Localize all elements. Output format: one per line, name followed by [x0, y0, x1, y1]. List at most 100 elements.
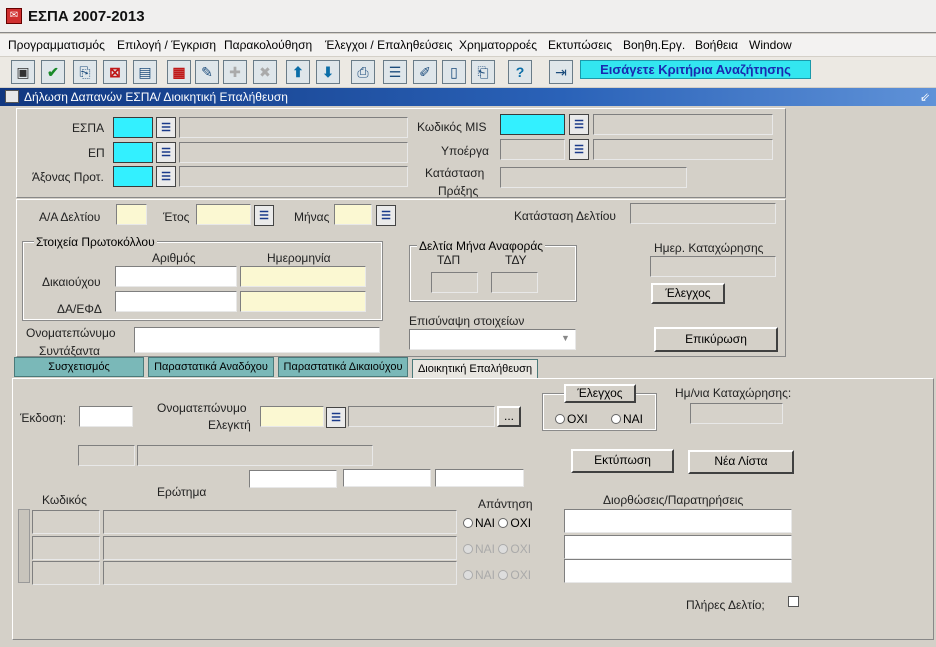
- edit-icon[interactable]: ✎: [195, 60, 219, 84]
- menu-ektyposeis[interactable]: Εκτυπώσεις: [548, 38, 612, 52]
- ep-field[interactable]: [113, 142, 153, 163]
- answer-row-3[interactable]: ΝΑΙ ΟΧΙ: [463, 567, 531, 582]
- tdp-label: ΤΔΠ: [437, 253, 461, 267]
- insert-record-icon[interactable]: ✚: [223, 60, 247, 84]
- menu-xrimatorroes[interactable]: Χρηματορροές: [459, 38, 537, 52]
- menu-voitheia[interactable]: Βοήθεια: [695, 38, 738, 52]
- imerominia-label: Ημερομηνία: [267, 251, 331, 265]
- episynapsi-label: Επισύναψη στοιχείων: [409, 314, 525, 328]
- tab-parastatika-dikaiouxou[interactable]: Παραστατικά Δικαιούχου: [278, 357, 408, 377]
- print-icon[interactable]: ⎙: [351, 60, 375, 84]
- menu-epilogi[interactable]: Επιλογή / Έγκριση: [117, 38, 216, 52]
- minas-field[interactable]: [334, 204, 372, 225]
- answer-1-nai-radio[interactable]: [463, 517, 473, 528]
- elegxos-button[interactable]: Έλεγχος: [651, 283, 725, 304]
- next-record-icon[interactable]: ⬇: [316, 60, 340, 84]
- ektyposi-button[interactable]: Εκτύπωση: [571, 449, 674, 473]
- imnia-kataxorisis-field: [690, 403, 783, 424]
- elegkti-label-2: Ελεγκτή: [208, 418, 251, 432]
- arithmos-dikaiouxou-field[interactable]: [115, 266, 237, 287]
- etos-label: Έτος: [163, 210, 190, 224]
- ypoerga-description: [593, 139, 773, 160]
- window-title-bar: Δήλωση Δαπανών ΕΣΠΑ/ Διοικητική Επαλήθευ…: [0, 88, 936, 106]
- menu-elegxoi[interactable]: Έλεγχοι / Επαληθεύσεις: [325, 38, 453, 52]
- answer-3-nai-radio[interactable]: [463, 569, 473, 580]
- paste-icon[interactable]: ▤: [133, 60, 157, 84]
- header-field-3[interactable]: [435, 469, 524, 487]
- answer-1-oxi-radio[interactable]: [498, 517, 509, 528]
- diorthoseis-label: Διορθώσεις/Παρατηρήσεις: [603, 493, 744, 507]
- espa-lov-icon[interactable]: ☰: [156, 117, 176, 138]
- answer-3-oxi-label: ΟΧΙ: [510, 567, 532, 582]
- answer-row-1[interactable]: ΝΑΙ ΟΧΙ: [463, 515, 531, 530]
- ep-lov-icon[interactable]: ☰: [156, 142, 176, 163]
- clipboard-icon[interactable]: ⎗: [471, 60, 495, 84]
- chevron-down-icon[interactable]: ▼: [561, 333, 570, 343]
- syntaxanta-field[interactable]: [134, 327, 380, 353]
- menu-programmatismos[interactable]: Προγραμματισμός: [8, 38, 105, 52]
- exit-icon[interactable]: ⇥: [549, 60, 573, 84]
- ypoerga-field[interactable]: [500, 139, 565, 160]
- elegktis-code-field[interactable]: [260, 406, 324, 427]
- aa-deltiou-field[interactable]: [116, 204, 147, 225]
- list-of-values-icon[interactable]: ☰: [383, 60, 407, 84]
- previous-record-icon[interactable]: ⬆: [286, 60, 310, 84]
- clear-form-icon[interactable]: ▦: [167, 60, 191, 84]
- elegxos-group-button[interactable]: Έλεγχος: [564, 384, 636, 403]
- axonas-lov-icon[interactable]: ☰: [156, 166, 176, 187]
- ekdosi-field[interactable]: [79, 406, 133, 427]
- mis-field[interactable]: [500, 114, 565, 135]
- header-field-2[interactable]: [343, 469, 431, 487]
- help-icon[interactable]: ?: [508, 60, 532, 84]
- elegxos-nai-option[interactable]: ΝΑΙ: [611, 411, 643, 426]
- nea-lista-button[interactable]: Νέα Λίστα: [688, 450, 794, 474]
- elegxos-oxi-option[interactable]: ΟΧΙ: [555, 411, 588, 426]
- axonas-field[interactable]: [113, 166, 153, 187]
- episynapsi-select[interactable]: [409, 329, 576, 350]
- edit-field-icon[interactable]: ✐: [413, 60, 437, 84]
- tab-dioikitiki-epalitheusi[interactable]: Διοικητική Επαλήθευση: [412, 359, 538, 379]
- menu-window[interactable]: Window: [749, 38, 792, 52]
- document-icon[interactable]: ▯: [442, 60, 466, 84]
- menu-voithi-erg[interactable]: Βοηθη.Εργ.: [623, 38, 685, 52]
- imer-kataxorisis-label: Ημερ. Καταχώρησης: [654, 241, 764, 255]
- save-icon[interactable]: ▣: [11, 60, 35, 84]
- etos-lov-icon[interactable]: ☰: [254, 205, 274, 226]
- pliris-deltio-checkbox[interactable]: [788, 596, 799, 607]
- remarks-field-1[interactable]: [564, 509, 792, 533]
- row-scrollbar[interactable]: [18, 509, 30, 583]
- espa-field[interactable]: [113, 117, 153, 138]
- header-field-1[interactable]: [249, 470, 337, 488]
- answer-2-nai-radio[interactable]: [463, 543, 473, 554]
- tab-parastatika-anadoxou[interactable]: Παραστατικά Αναδόχου: [148, 357, 274, 377]
- nai-radio[interactable]: [611, 413, 621, 424]
- menu-parakolouthisi[interactable]: Παρακολούθηση: [224, 38, 312, 52]
- ypoerga-lov-icon[interactable]: ☰: [569, 139, 589, 160]
- mis-lov-icon[interactable]: ☰: [569, 114, 589, 135]
- remove-record-icon[interactable]: ✖: [253, 60, 277, 84]
- minas-lov-icon[interactable]: ☰: [376, 205, 396, 226]
- accept-icon[interactable]: ✔: [41, 60, 65, 84]
- epikyrosi-button[interactable]: Επικύρωση: [654, 327, 778, 352]
- imerominia-daefd-field[interactable]: [240, 291, 366, 312]
- copy-record-icon[interactable]: ⎘: [73, 60, 97, 84]
- imerominia-dikaiouxou-field[interactable]: [240, 266, 366, 287]
- ep-description: [179, 142, 408, 163]
- etos-field[interactable]: [196, 204, 251, 225]
- answer-3-oxi-radio[interactable]: [498, 569, 509, 580]
- elegktis-name-field: [348, 406, 495, 427]
- arithmos-daefd-field[interactable]: [115, 291, 237, 312]
- remarks-field-3[interactable]: [564, 559, 792, 583]
- elegktis-lov-icon[interactable]: ☰: [326, 407, 346, 428]
- tdp-field: [431, 272, 478, 293]
- delete-record-icon[interactable]: ⊠: [103, 60, 127, 84]
- oxi-radio[interactable]: [555, 413, 565, 424]
- answer-2-oxi-radio[interactable]: [498, 543, 509, 554]
- window-title: Δήλωση Δαπανών ΕΣΠΑ/ Διοικητική Επαλήθευ…: [24, 90, 288, 104]
- minimize-icon[interactable]: ⇙: [920, 88, 930, 106]
- tab-syschetismos[interactable]: Συσχετισμός: [14, 357, 144, 377]
- answer-row-2[interactable]: ΝΑΙ ΟΧΙ: [463, 541, 531, 556]
- remarks-field-2[interactable]: [564, 535, 792, 559]
- elegktis-ellipsis-button[interactable]: ...: [497, 406, 521, 427]
- answer-2-nai-label: ΝΑΙ: [475, 541, 496, 556]
